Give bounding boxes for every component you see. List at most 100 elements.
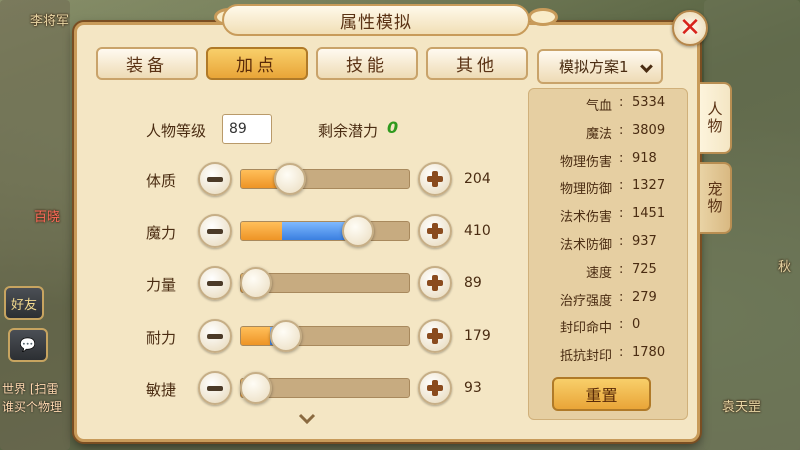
page-title: 属性模拟: [340, 12, 412, 33]
tab-other[interactable]: 其他: [426, 47, 528, 80]
attribute-colon: :: [619, 150, 624, 166]
npc-name-3[interactable]: 袁天罡: [722, 396, 761, 415]
attribute-row: 抵抗封印 : 1780: [540, 345, 690, 365]
level-label: 人物等级: [146, 122, 207, 140]
scroll-down-icon[interactable]: [298, 413, 316, 425]
attribute-value: 918: [632, 150, 657, 166]
stat-slider-track[interactable]: [240, 221, 410, 241]
base-fill: [241, 170, 279, 188]
increase-button[interactable]: [418, 214, 452, 248]
decrease-button[interactable]: [198, 371, 232, 405]
plan-dropdown[interactable]: 模拟方案1: [537, 49, 663, 84]
title-bar: 属性模拟: [222, 4, 530, 36]
decrease-button[interactable]: [198, 162, 232, 196]
attribute-name: 物理防御: [559, 182, 612, 198]
stat-value: 93: [464, 380, 482, 396]
decrease-button[interactable]: [198, 214, 232, 248]
tab-label: 技能: [346, 56, 388, 76]
friends-button[interactable]: 好友: [4, 286, 44, 320]
stat-slider-track[interactable]: [240, 326, 410, 346]
reset-button[interactable]: 重置: [552, 377, 651, 411]
attribute-colon: :: [619, 345, 624, 361]
attribute-value: 3809: [632, 122, 666, 138]
attribute-value: 937: [632, 234, 657, 249]
stat-value: 179: [464, 328, 491, 344]
level-input[interactable]: 89: [222, 114, 272, 144]
minus-icon: [207, 280, 223, 286]
tab-label: 装备: [126, 56, 168, 76]
increase-button[interactable]: [418, 371, 452, 405]
minus-icon: [207, 333, 223, 339]
attribute-name: 魔法: [585, 126, 612, 142]
stat-value: 89: [464, 275, 482, 291]
minus-icon: [207, 176, 223, 182]
attribute-value: 279: [632, 289, 657, 305]
attribute-colon: :: [619, 289, 624, 305]
attribute-colon: :: [619, 206, 624, 222]
attribute-row: 魔法 : 3809: [540, 123, 690, 143]
stat-value: 204: [464, 171, 491, 187]
tab-skills[interactable]: 技能: [316, 47, 418, 80]
attribute-colon: :: [619, 122, 624, 138]
increase-button[interactable]: [418, 162, 452, 196]
chat-line: 谁买个物理: [2, 400, 63, 414]
attribute-name: 法术防御: [559, 238, 612, 253]
attribute-value: 1451: [632, 206, 666, 222]
reset-label: 重置: [585, 386, 618, 405]
attribute-row: 法术伤害 : 1451: [540, 206, 690, 226]
attribute-colon: :: [619, 317, 624, 333]
attribute-colon: :: [619, 234, 624, 249]
attribute-name: 抵抗封印: [559, 349, 612, 365]
base-fill: [241, 222, 282, 240]
plus-icon: [427, 171, 443, 187]
stat-label: 耐力: [146, 329, 177, 347]
decrease-button[interactable]: [198, 319, 232, 353]
chat-line: 世界 [扫雷: [2, 382, 59, 396]
attribute-colon: :: [619, 95, 624, 110]
stat-value: 410: [464, 223, 491, 239]
attribute-name: 速度: [585, 265, 612, 281]
chat-icon: 💬: [19, 337, 37, 353]
close-icon: ✕: [679, 13, 701, 43]
increase-button[interactable]: [418, 266, 452, 300]
side-tab-pet[interactable]: 宠物: [700, 162, 732, 234]
tab-label: 加点: [236, 56, 278, 76]
chat-bubble-button[interactable]: 💬: [8, 328, 48, 362]
stat-slider-track[interactable]: [240, 169, 410, 189]
npc-name-2[interactable]: 百晓: [34, 206, 60, 225]
stat-label: 力量: [146, 276, 177, 294]
tab-points[interactable]: 加点: [206, 47, 308, 80]
attribute-row: 物理伤害 : 918: [540, 151, 690, 171]
increase-button[interactable]: [418, 319, 452, 353]
close-button[interactable]: ✕: [672, 10, 708, 46]
stat-slider-handle[interactable]: [341, 215, 374, 247]
attribute-value: 725: [632, 261, 657, 277]
stat-label: 敏捷: [146, 381, 177, 399]
chevron-down-icon: [640, 60, 653, 73]
attribute-row: 速度 : 725: [540, 262, 690, 282]
friends-label: 好友: [10, 297, 37, 313]
attribute-colon: :: [619, 178, 624, 194]
decrease-button[interactable]: [198, 266, 232, 300]
attribute-name: 治疗强度: [559, 293, 612, 309]
attribute-colon: :: [619, 261, 624, 277]
stat-slider-handle[interactable]: [273, 163, 306, 195]
stat-slider-handle[interactable]: [239, 267, 272, 299]
attribute-value: 0: [632, 317, 641, 333]
minus-icon: [207, 228, 223, 234]
plus-icon: [427, 275, 443, 291]
side-tab-label: 人物: [705, 101, 724, 135]
plan-label: 模拟方案1: [559, 58, 629, 76]
stat-slider-handle[interactable]: [270, 320, 303, 352]
npc-name-1[interactable]: 李将军: [30, 10, 69, 29]
side-tab-character[interactable]: 人物: [700, 82, 732, 154]
attribute-name: 封印命中: [559, 321, 612, 337]
attribute-value: 1327: [632, 178, 666, 194]
attribute-row: 治疗强度 : 279: [540, 290, 690, 310]
potential-value: 0: [387, 118, 399, 137]
stat-slider-handle[interactable]: [239, 372, 272, 404]
stat-label: 体质: [146, 172, 177, 190]
attribute-row: 气血 : 5334: [540, 95, 690, 115]
npc-name-4[interactable]: 秋: [778, 256, 791, 275]
tab-equipment[interactable]: 装备: [96, 47, 198, 80]
